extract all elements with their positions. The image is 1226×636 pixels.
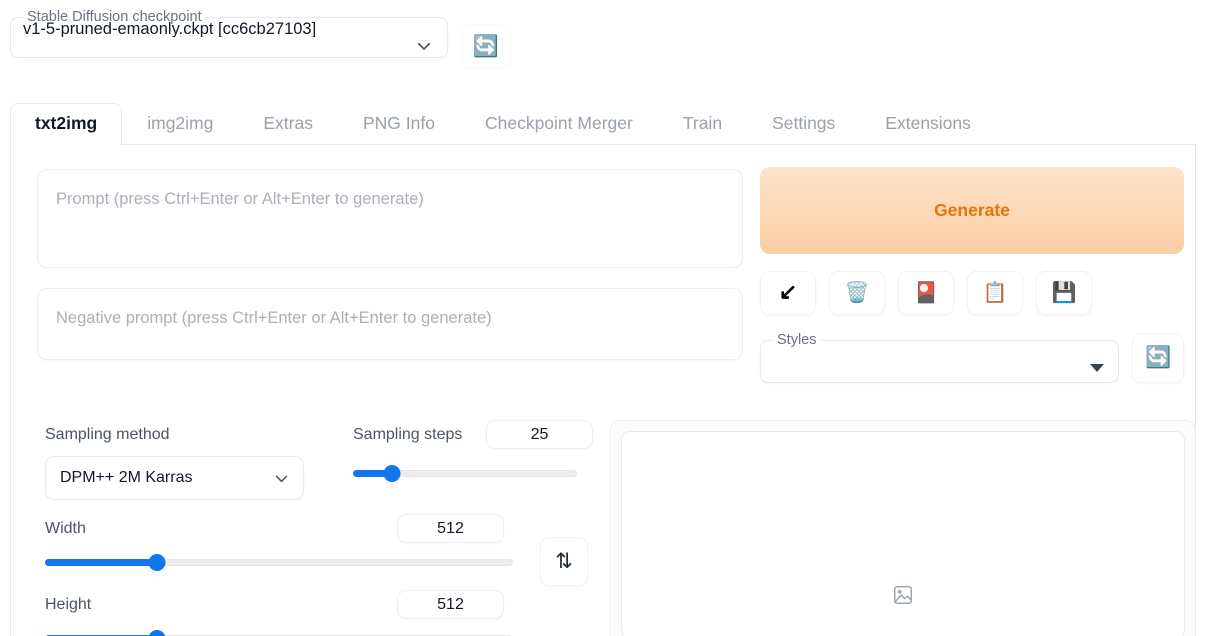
output-gallery-wrapper (610, 420, 1196, 636)
checkpoint-value: v1-5-pruned-emaonly.ckpt [cc6cb27103] (23, 20, 317, 37)
prompt-column: Prompt (press Ctrl+Enter or Alt+Enter to… (37, 169, 743, 360)
tab-settings[interactable]: Settings (747, 103, 860, 144)
txt2img-panel: Prompt (press Ctrl+Enter or Alt+Enter to… (10, 145, 1196, 636)
height-slider[interactable] (45, 630, 513, 636)
paste-clipboard-button[interactable]: 📋 (967, 271, 1023, 315)
styles-row: Styles 🔄 (760, 333, 1184, 383)
generate-column: Generate ↙ 🗑️ 🎴 📋 💾 Styles 🔄 (760, 167, 1184, 383)
slider-thumb[interactable] (383, 465, 401, 482)
floppy-disk-icon: 💾 (1051, 282, 1077, 304)
width-label: Width (45, 519, 86, 537)
width-row: Width 512 (45, 514, 513, 543)
tab-png-info[interactable]: PNG Info (338, 103, 460, 144)
chevron-down-icon (273, 470, 290, 487)
tab-extensions[interactable]: Extensions (860, 103, 996, 144)
refresh-checkpoints-button[interactable]: 🔄 (462, 24, 510, 68)
swap-width-height-button[interactable]: ⇅ (540, 537, 588, 586)
generation-settings: Sampling method DPM++ 2M Karras Sampling… (45, 420, 605, 636)
refresh-icon: 🔄 (1145, 346, 1172, 369)
prompt-toolbar: ↙ 🗑️ 🎴 📋 💾 (760, 271, 1184, 315)
height-input[interactable]: 512 (397, 590, 504, 619)
clipboard-icon: 📋 (982, 282, 1008, 304)
refresh-icon: 🔄 (472, 34, 500, 58)
tab-train[interactable]: Train (658, 103, 747, 144)
save-style-button[interactable]: 💾 (1036, 271, 1092, 315)
clear-prompt-button[interactable]: 🗑️ (829, 271, 885, 315)
slider-thumb[interactable] (148, 630, 166, 636)
method-steps-row: Sampling method DPM++ 2M Karras Sampling… (45, 420, 605, 500)
up-down-arrows-icon: ⇅ (555, 550, 573, 573)
chevron-down-icon (415, 37, 433, 55)
read-generation-parameters-button[interactable]: ↙ (760, 271, 816, 315)
sampling-steps-input[interactable]: 25 (486, 420, 593, 449)
width-input[interactable]: 512 (397, 514, 504, 543)
sampling-method-value: DPM++ 2M Karras (60, 469, 193, 486)
tab-checkpoint-merger[interactable]: Checkpoint Merger (460, 103, 658, 144)
tab-txt2img[interactable]: txt2img (10, 102, 123, 146)
sampling-steps-slider[interactable] (353, 465, 577, 482)
sampling-method-label: Sampling method (45, 426, 170, 443)
image-placeholder-icon (892, 584, 914, 606)
apply-style-button[interactable]: 🎴 (898, 271, 954, 315)
width-height-sliders: Width 512 Height 512 (45, 514, 513, 636)
styles-dropdown[interactable]: Styles (760, 332, 1120, 383)
slider-fill (45, 559, 158, 566)
prompt-input[interactable]: Prompt (press Ctrl+Enter or Alt+Enter to… (37, 169, 743, 268)
playing-card-icon: 🎴 (913, 282, 939, 304)
negative-prompt-input[interactable]: Negative prompt (press Ctrl+Enter or Alt… (37, 288, 743, 360)
height-label: Height (45, 595, 92, 613)
arrow-down-left-icon: ↙ (778, 279, 798, 304)
height-row: Height 512 (45, 590, 513, 619)
slider-thumb[interactable] (148, 554, 166, 571)
tab-img2img[interactable]: img2img (122, 103, 238, 144)
tab-extras[interactable]: Extras (238, 103, 338, 144)
trash-icon: 🗑️ (844, 282, 870, 304)
styles-label: Styles (777, 332, 817, 348)
sampling-method-select[interactable]: DPM++ 2M Karras (45, 456, 304, 500)
sampling-method-group: Sampling method DPM++ 2M Karras (45, 427, 307, 500)
sampling-steps-group: Sampling steps 25 (353, 420, 593, 500)
checkpoint-dropdown[interactable]: Stable Diffusion checkpoint v1-5-pruned-… (10, 10, 448, 58)
sd-webui-root: Stable Diffusion checkpoint v1-5-pruned-… (0, 0, 1226, 636)
caret-down-icon (1090, 363, 1105, 372)
width-height-block: Width 512 Height 512 ⇅ (45, 514, 605, 636)
main-tab-bar: txt2img img2img Extras PNG Info Checkpoi… (10, 99, 1196, 146)
output-gallery[interactable] (621, 431, 1185, 636)
refresh-styles-button[interactable]: 🔄 (1132, 333, 1184, 383)
checkpoint-bar: Stable Diffusion checkpoint v1-5-pruned-… (10, 10, 510, 68)
generate-button[interactable]: Generate (760, 167, 1184, 254)
width-slider[interactable] (45, 554, 513, 571)
